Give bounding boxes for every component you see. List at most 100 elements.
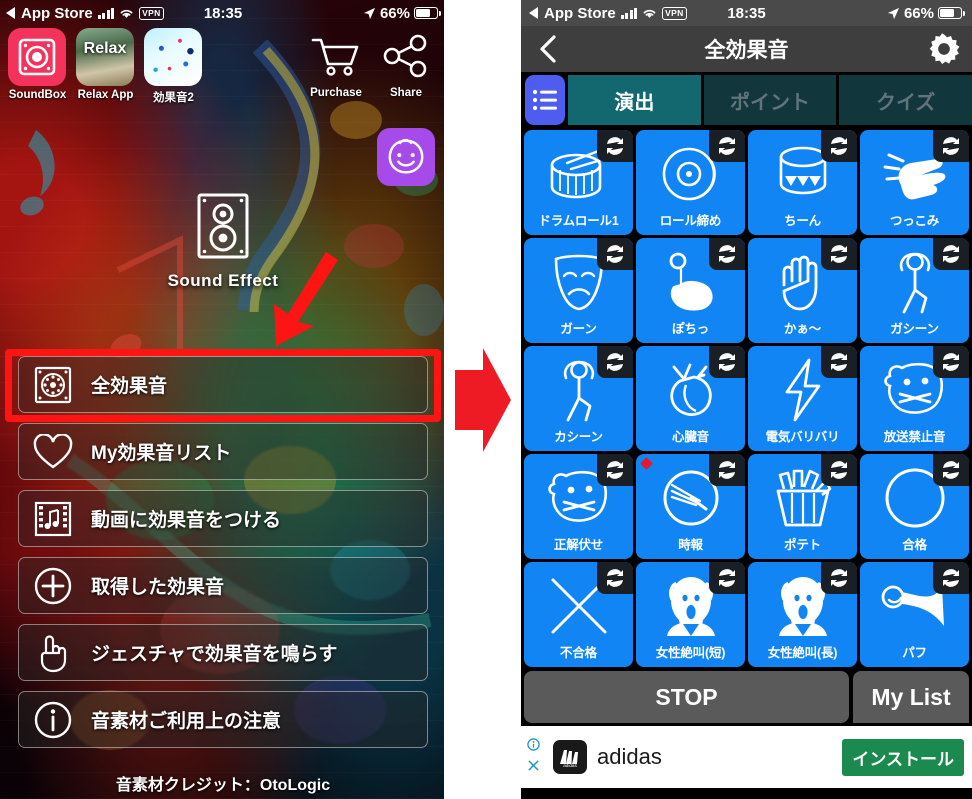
loop-repeat-icon[interactable] (821, 454, 857, 486)
loop-repeat-icon[interactable] (933, 454, 969, 486)
loop-repeat-icon[interactable] (933, 130, 969, 162)
heart-icon (33, 432, 73, 472)
sound-tile[interactable]: かぁ〜 (748, 238, 857, 343)
my-list-button[interactable]: My List (853, 671, 969, 723)
ad-close-icon[interactable] (527, 759, 540, 777)
category-tab-bar: 演出 ポイント クイズ (521, 72, 972, 128)
share-node-icon (383, 34, 427, 78)
page-title: 全効果音 (704, 39, 789, 62)
app-icon-soundbox[interactable]: SoundBox (8, 28, 67, 101)
svg-text:adidas: adidas (563, 763, 577, 768)
share-label: Share (390, 87, 422, 99)
battery-percent-label: 66% (379, 4, 410, 22)
menu-item-video-sound[interactable]: 動画に効果音をつける (18, 490, 428, 547)
ad-controls (527, 738, 540, 777)
loop-repeat-icon[interactable] (709, 346, 745, 378)
right-phone-screen: App Store VPN 18:35 66% 全効果音 演出 ポイント クイズ… (521, 0, 972, 799)
loop-repeat-icon[interactable] (597, 130, 633, 162)
menu-item-label: ジェスチャで効果音を鳴らす (91, 644, 338, 665)
sound-tile[interactable]: ちーん (748, 130, 857, 235)
sound-tile[interactable]: 時報 (636, 454, 745, 559)
loop-repeat-icon[interactable] (709, 454, 745, 486)
list-icon (532, 89, 557, 111)
nav-bar: 全効果音 (521, 26, 972, 72)
tab-enshutsu[interactable]: 演出 (568, 75, 701, 125)
loop-repeat-icon[interactable] (933, 346, 969, 378)
gear-icon (929, 33, 960, 65)
info-circle-icon (33, 700, 73, 740)
sound-tile[interactable]: 不合格 (524, 562, 633, 667)
plus-circle-icon (33, 566, 73, 606)
menu-item-gesture-sounds[interactable]: ジェスチャで効果音を鳴らす (18, 624, 428, 681)
sound-tile[interactable]: 女性絶叫(長) (748, 562, 857, 667)
relax-tile-text: Relax (83, 40, 127, 57)
loop-repeat-icon[interactable] (709, 238, 745, 270)
sound-tile[interactable]: ガシーン (860, 238, 969, 343)
menu-item-label: 音素材ご利用上の注意 (91, 711, 282, 732)
sound-tile[interactable]: ポテト (748, 454, 857, 559)
sound-tile[interactable]: パフ (860, 562, 969, 667)
credit-text: 音素材クレジット：OtoLogic (115, 777, 331, 794)
loop-repeat-icon[interactable] (821, 130, 857, 162)
menu-item-label: 取得した効果音 (91, 577, 225, 598)
share-button[interactable]: Share (371, 34, 441, 99)
sound-effect-brand: Sound Effect (0, 192, 446, 291)
sound-tile[interactable]: ロール締め (636, 130, 745, 235)
sound-tile[interactable]: 放送禁止音 (860, 346, 969, 451)
loop-repeat-icon[interactable] (597, 346, 633, 378)
sound-tile[interactable]: ドラムロール1 (524, 130, 633, 235)
tab-point[interactable]: ポイント (703, 75, 837, 125)
sound-tile[interactable]: つっこみ (860, 130, 969, 235)
settings-button[interactable] (928, 33, 960, 65)
film-music-icon (33, 499, 73, 539)
battery-percent-label: 66% (903, 4, 934, 22)
home-app-row: SoundBox Relax Relax App 効果音2 Purchase S… (0, 28, 446, 186)
app-label: SoundBox (8, 89, 67, 101)
menu-item-usage-notice[interactable]: 音素材ご利用上の注意 (18, 691, 428, 748)
loop-repeat-icon[interactable] (821, 238, 857, 270)
menu-item-all-sounds[interactable]: 全効果音 (18, 356, 428, 413)
sound-tile[interactable]: カシーン (524, 346, 633, 451)
loop-repeat-icon[interactable] (597, 454, 633, 486)
baby-app-icon[interactable] (377, 128, 435, 186)
status-right-group: 66% (363, 4, 441, 22)
menu-item-acquired-sounds[interactable]: 取得した効果音 (18, 557, 428, 614)
menu-item-label: 動画に効果音をつける (91, 510, 282, 531)
loop-repeat-icon[interactable] (597, 238, 633, 270)
ad-advertiser-name: adidas (597, 744, 662, 769)
menu-item-label: My効果音リスト (91, 443, 232, 464)
loop-repeat-icon[interactable] (821, 346, 857, 378)
sound-tile[interactable]: 正解伏せ (524, 454, 633, 559)
loop-repeat-icon[interactable] (933, 238, 969, 270)
ad-banner[interactable]: adidas adidas インストール (521, 726, 972, 788)
player-bottom-bar: STOP My List (521, 667, 972, 726)
sound-tile[interactable]: ぽちっ (636, 238, 745, 343)
ad-info-icon[interactable] (527, 738, 540, 756)
transition-arrow-area (444, 0, 521, 799)
sound-tile[interactable]: 合格 (860, 454, 969, 559)
list-view-button[interactable] (525, 75, 565, 125)
sound-tile[interactable]: 電気バリバリ (748, 346, 857, 451)
pointing-hand-icon (33, 633, 73, 673)
app-icon-relax[interactable]: Relax Relax App (76, 28, 135, 101)
sound-tile[interactable]: 女性絶叫(短) (636, 562, 745, 667)
loop-repeat-icon[interactable] (933, 562, 969, 594)
purchase-button[interactable]: Purchase (301, 34, 371, 99)
app-label: Relax App (77, 89, 134, 101)
status-right-group: 66% (887, 4, 965, 22)
loop-repeat-icon[interactable] (821, 562, 857, 594)
loop-repeat-icon[interactable] (709, 130, 745, 162)
sound-tile[interactable]: 心臓音 (636, 346, 745, 451)
menu-item-my-list[interactable]: My効果音リスト (18, 423, 428, 480)
adidas-logo-icon: adidas (553, 740, 587, 774)
loop-repeat-icon[interactable] (597, 562, 633, 594)
app-icon-koukaon2[interactable]: 効果音2 (144, 28, 203, 105)
left-status-bar: App Store VPN 18:35 66% (0, 0, 446, 26)
stop-button[interactable]: STOP (524, 671, 849, 723)
tab-quiz[interactable]: クイズ (839, 75, 972, 125)
sound-tile[interactable]: ガーン (524, 238, 633, 343)
speaker-box-icon (197, 193, 249, 259)
ad-install-button[interactable]: インストール (842, 738, 964, 776)
app-label: 効果音2 (153, 92, 194, 104)
loop-repeat-icon[interactable] (709, 562, 745, 594)
